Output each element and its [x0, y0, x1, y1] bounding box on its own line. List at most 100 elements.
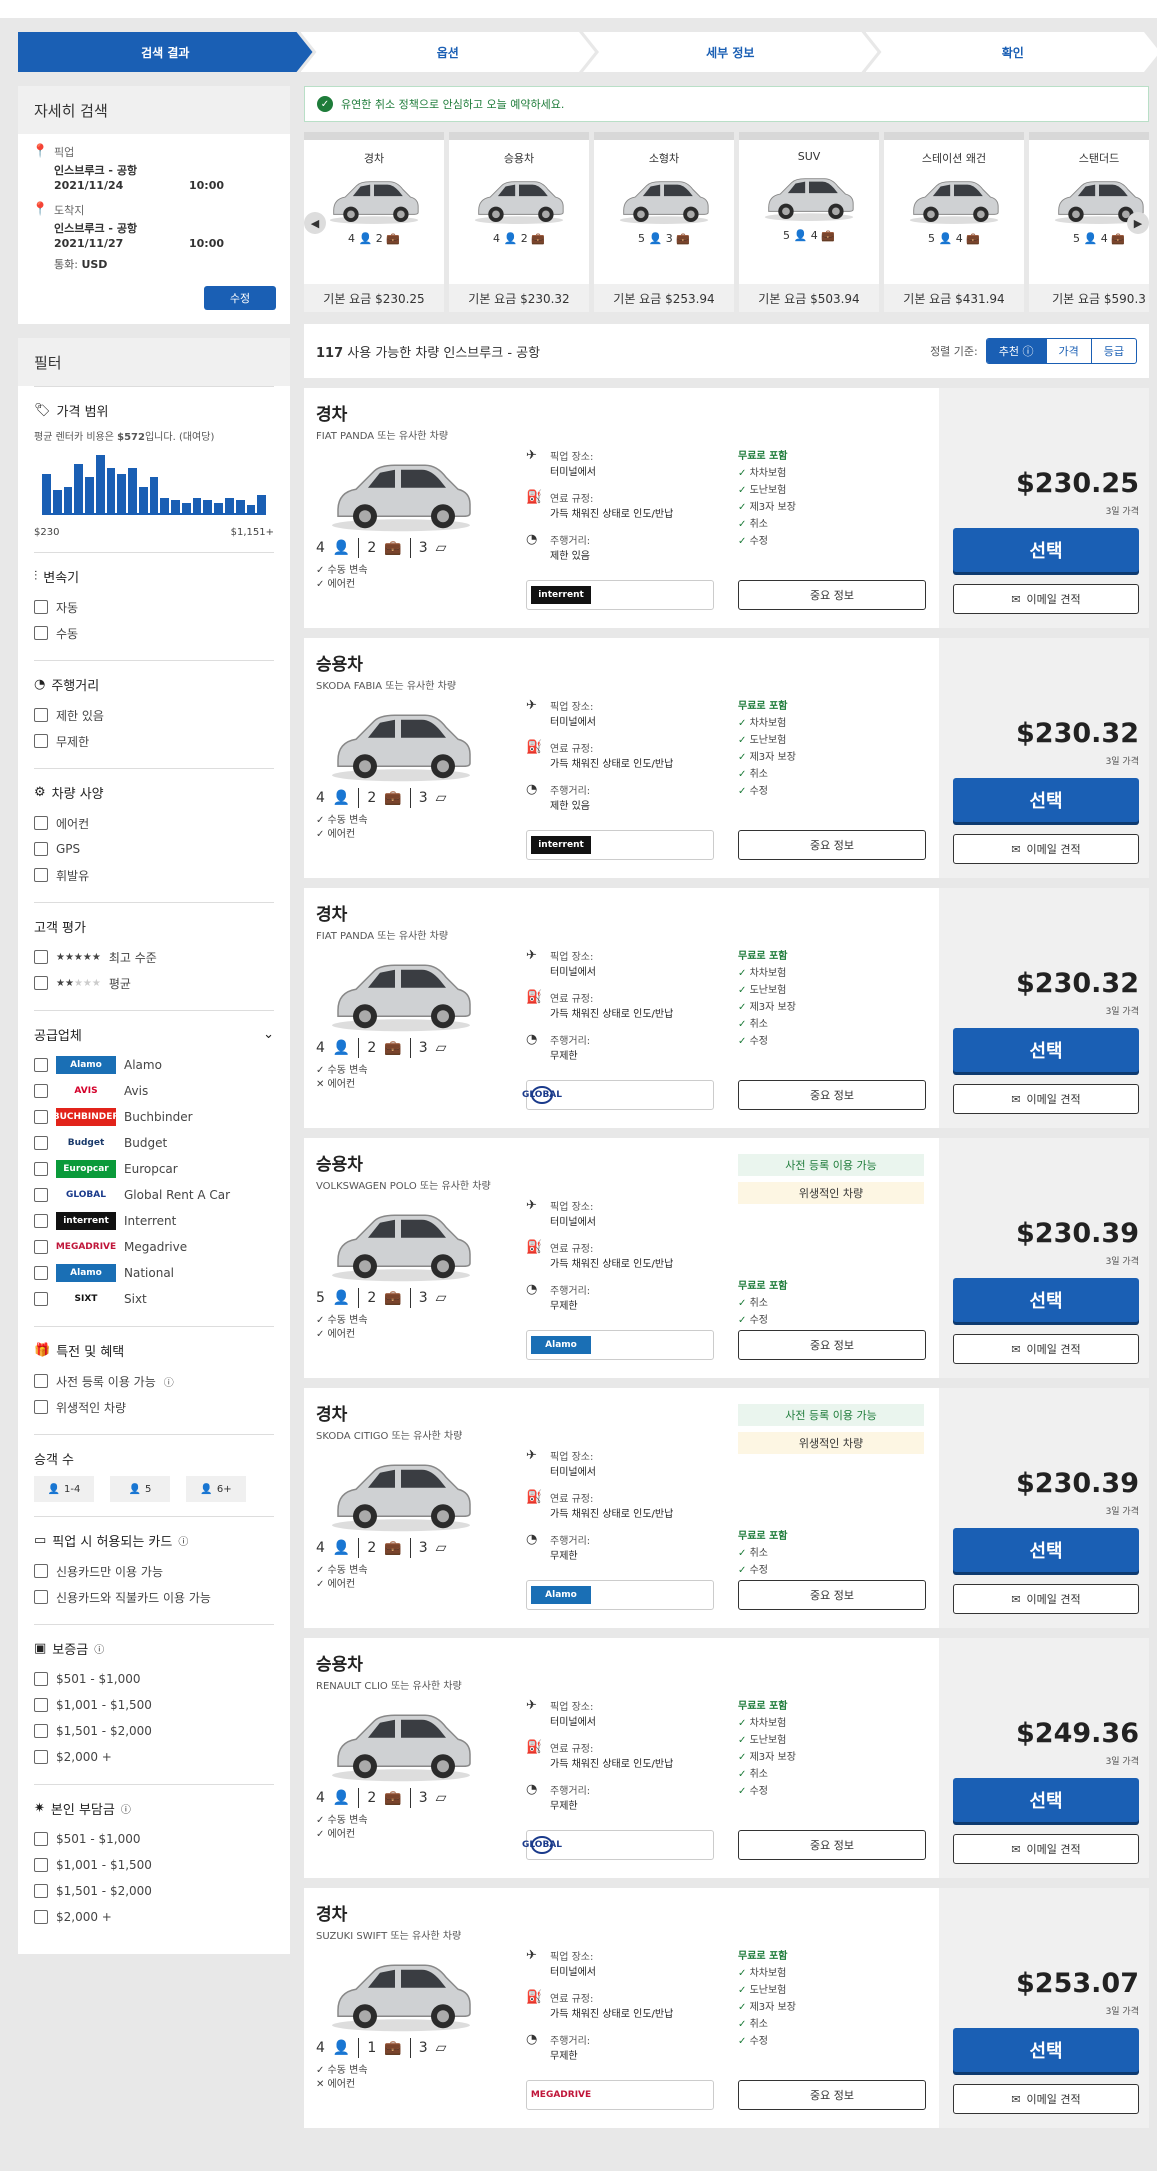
filter-option[interactable]: ★★★★★ 최고 수준	[34, 944, 274, 970]
step-search-results[interactable]: 검색 결과	[18, 32, 313, 72]
supplier-option[interactable]: MEGADRIVE Megadrive	[34, 1234, 274, 1260]
sort-price[interactable]: 가격	[1045, 339, 1091, 363]
supplier-option[interactable]: Alamo National	[34, 1260, 274, 1286]
email-quote-button[interactable]: ✉ 이메일 견적	[953, 1334, 1139, 1364]
filter-option[interactable]: $2,000 +	[34, 1744, 274, 1770]
checkbox[interactable]	[34, 1214, 48, 1228]
filter-option[interactable]: $1,501 - $2,000	[34, 1878, 274, 1904]
passenger-option-5[interactable]: 👤 5	[110, 1476, 170, 1502]
checkbox[interactable]	[34, 1724, 48, 1738]
checkbox[interactable]	[34, 734, 48, 748]
filter-option[interactable]: $501 - $1,000	[34, 1826, 274, 1852]
select-button[interactable]: 선택	[953, 1028, 1139, 1072]
checkbox[interactable]	[34, 1084, 48, 1098]
price-histogram[interactable]	[42, 455, 267, 515]
email-quote-button[interactable]: ✉ 이메일 견적	[953, 2084, 1139, 2114]
checkbox[interactable]	[34, 868, 48, 882]
checkbox[interactable]	[34, 1292, 48, 1306]
important-info-button[interactable]: 중요 정보	[738, 1080, 926, 1110]
checkbox[interactable]	[34, 1564, 48, 1578]
chevron-right-icon[interactable]: ▶	[1127, 212, 1149, 234]
checkbox[interactable]	[34, 816, 48, 830]
email-quote-button[interactable]: ✉ 이메일 견적	[953, 1084, 1139, 1114]
email-quote-button[interactable]: ✉ 이메일 견적	[953, 584, 1139, 614]
edit-search-button[interactable]: 수정	[204, 286, 276, 310]
checkbox[interactable]	[34, 1374, 48, 1388]
passenger-option-6-plus[interactable]: 👤 6+	[186, 1476, 246, 1502]
chevron-down-icon[interactable]: ⌄	[263, 1027, 274, 1042]
supplier-option[interactable]: interrent Interrent	[34, 1208, 274, 1234]
important-info-button[interactable]: 중요 정보	[738, 2080, 926, 2110]
filter-option[interactable]: $1,501 - $2,000	[34, 1718, 274, 1744]
category-card[interactable]: SUV 5 👤 4 💼 기본 요금 $503.94	[739, 132, 879, 312]
supplier-option[interactable]: GLOBAL Global Rent A Car	[34, 1182, 274, 1208]
email-quote-button[interactable]: ✉ 이메일 견적	[953, 1584, 1139, 1614]
checkbox[interactable]	[34, 950, 48, 964]
email-quote-button[interactable]: ✉ 이메일 견적	[953, 834, 1139, 864]
checkbox[interactable]	[34, 708, 48, 722]
filter-option[interactable]: 위생적인 차량	[34, 1394, 274, 1420]
checkbox[interactable]	[34, 1858, 48, 1872]
step-options[interactable]: 옵션	[301, 32, 596, 72]
filter-option[interactable]: 자동	[34, 594, 274, 620]
checkbox[interactable]	[34, 1240, 48, 1254]
checkbox[interactable]	[34, 1400, 48, 1414]
filter-option[interactable]: $501 - $1,000	[34, 1666, 274, 1692]
select-button[interactable]: 선택	[953, 528, 1139, 572]
select-button[interactable]: 선택	[953, 1778, 1139, 1822]
sort-class[interactable]: 등급	[1090, 339, 1136, 363]
filter-option[interactable]: $2,000 +	[34, 1904, 274, 1930]
filter-option[interactable]: 휘발유	[34, 862, 274, 888]
checkbox[interactable]	[34, 1058, 48, 1072]
email-quote-button[interactable]: ✉ 이메일 견적	[953, 1834, 1139, 1864]
chevron-left-icon[interactable]: ◀	[304, 212, 326, 234]
info-icon[interactable]: ⓘ	[178, 1533, 188, 1548]
info-icon[interactable]: ⓘ	[94, 1641, 104, 1656]
checkbox[interactable]	[34, 1750, 48, 1764]
passenger-option-1-4[interactable]: 👤 1-4	[34, 1476, 94, 1502]
checkbox[interactable]	[34, 1110, 48, 1124]
checkbox[interactable]	[34, 1884, 48, 1898]
checkbox[interactable]	[34, 1266, 48, 1280]
checkbox[interactable]	[34, 1136, 48, 1150]
supplier-option[interactable]: SIXT Sixt	[34, 1286, 274, 1312]
important-info-button[interactable]: 중요 정보	[738, 1830, 926, 1860]
category-card[interactable]: 스테이션 왜건 5 👤 4 💼 기본 요금 $431.94	[884, 132, 1024, 312]
checkbox[interactable]	[34, 976, 48, 990]
checkbox[interactable]	[34, 600, 48, 614]
info-icon[interactable]: ⓘ	[121, 1801, 131, 1816]
checkbox[interactable]	[34, 1698, 48, 1712]
supplier-option[interactable]: BUCHBINDER Buchbinder	[34, 1104, 274, 1130]
select-button[interactable]: 선택	[953, 1278, 1139, 1322]
important-info-button[interactable]: 중요 정보	[738, 580, 926, 610]
checkbox[interactable]	[34, 1832, 48, 1846]
step-details[interactable]: 세부 정보	[583, 32, 878, 72]
checkbox[interactable]	[34, 1188, 48, 1202]
category-card[interactable]: 소형차 5 👤 3 💼 기본 요금 $253.94	[594, 132, 734, 312]
supplier-option[interactable]: Europcar Europcar	[34, 1156, 274, 1182]
checkbox[interactable]	[34, 626, 48, 640]
important-info-button[interactable]: 중요 정보	[738, 1580, 926, 1610]
filter-option[interactable]: 사전 등록 이용 가능 ⓘ	[34, 1368, 274, 1394]
sort-recommended[interactable]: 추천 ⓘ	[986, 339, 1046, 363]
supplier-option[interactable]: AVIS Avis	[34, 1078, 274, 1104]
checkbox[interactable]	[34, 1590, 48, 1604]
filter-option[interactable]: 제한 있음	[34, 702, 274, 728]
checkbox[interactable]	[34, 1910, 48, 1924]
filter-option[interactable]: ★★★★★ 평균	[34, 970, 274, 996]
info-icon[interactable]: ⓘ	[164, 1374, 174, 1389]
select-button[interactable]: 선택	[953, 778, 1139, 822]
checkbox[interactable]	[34, 1672, 48, 1686]
filter-option[interactable]: 신용카드만 이용 가능	[34, 1558, 274, 1584]
filter-option[interactable]: 수동	[34, 620, 274, 646]
filter-option[interactable]: 에어컨	[34, 810, 274, 836]
supplier-option[interactable]: Alamo Alamo	[34, 1052, 274, 1078]
filter-option[interactable]: 무제한	[34, 728, 274, 754]
checkbox[interactable]	[34, 842, 48, 856]
category-card[interactable]: 승용차 4 👤 2 💼 기본 요금 $230.32	[449, 132, 589, 312]
filter-option[interactable]: $1,001 - $1,500	[34, 1692, 274, 1718]
select-button[interactable]: 선택	[953, 1528, 1139, 1572]
step-confirm[interactable]: 확인	[866, 32, 1157, 72]
filter-option[interactable]: GPS	[34, 836, 274, 862]
checkbox[interactable]	[34, 1162, 48, 1176]
